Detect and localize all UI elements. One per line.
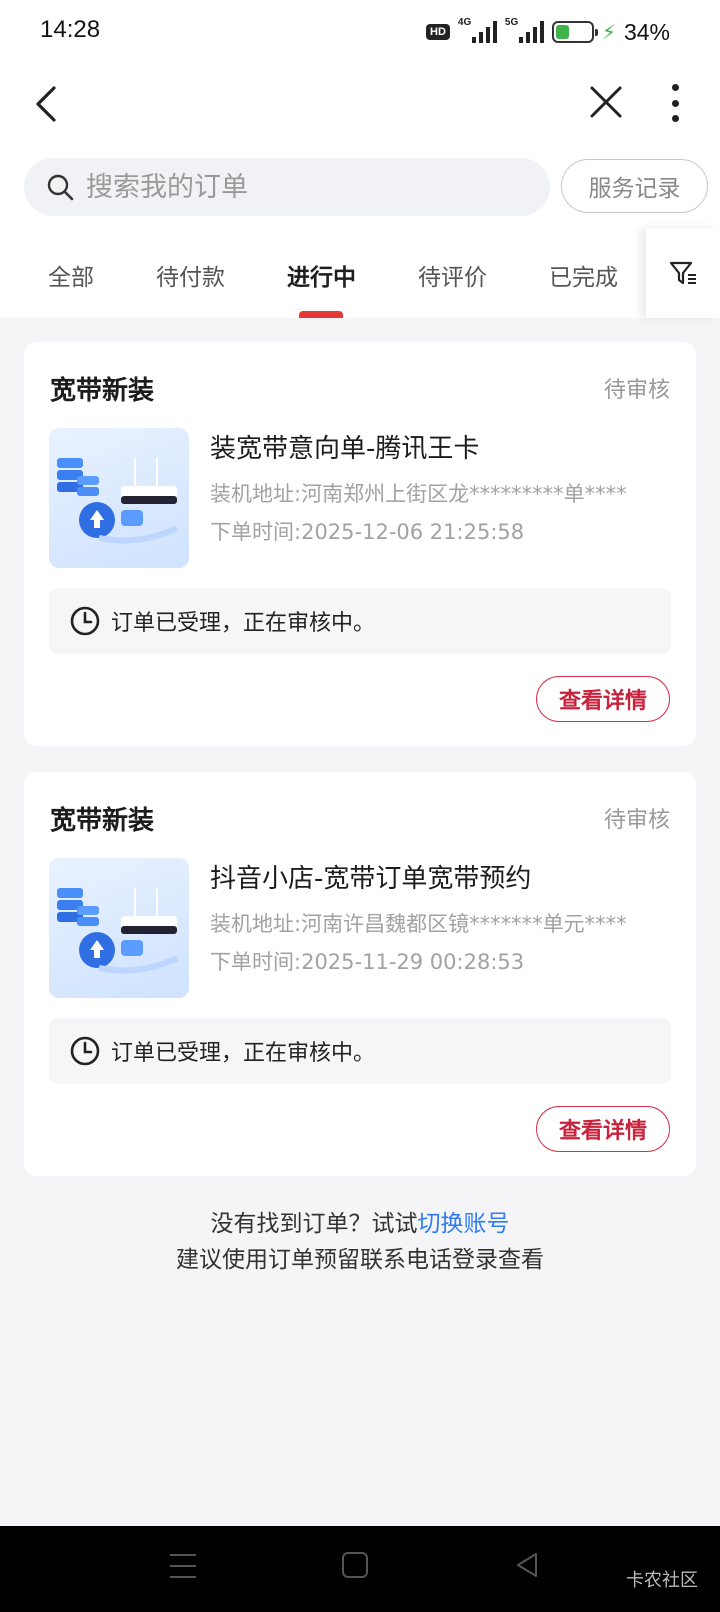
login-suggestion: 建议使用订单预留联系电话登录查看	[176, 1247, 544, 1273]
hd-badge: HD	[426, 24, 450, 40]
install-address: 装机地址:河南许昌魏都区镜*******单元****	[210, 912, 627, 936]
recent-apps-icon[interactable]	[170, 1554, 196, 1578]
status-indicators: HD 4G 5G ⚡ 34%	[426, 14, 670, 50]
top-panel: 14:28 HD 4G 5G ⚡ 34% 搜索我的订单 服务记录 全部 待付款 …	[0, 0, 720, 318]
order-card: 宽带新装 待审核 装宽带意向单-腾讯王卡 装机地址:河南郑州上街区龙******…	[24, 342, 696, 746]
signal-5g-icon: 5G	[505, 17, 544, 43]
active-tab-indicator	[299, 311, 343, 318]
tab-pending-payment[interactable]: 待付款	[156, 258, 225, 292]
charging-icon: ⚡	[601, 20, 616, 44]
notice-text: 订单已受理，正在审核中。	[111, 611, 376, 636]
signal-4g-icon: 4G	[458, 17, 497, 43]
order-title: 装宽带意向单-腾讯王卡	[210, 434, 480, 464]
tab-in-progress[interactable]: 进行中	[287, 258, 356, 292]
home-icon[interactable]	[342, 1552, 368, 1578]
order-status: 待审核	[603, 378, 670, 403]
broadband-product-image	[49, 858, 189, 998]
status-bar: 14:28 HD 4G 5G ⚡ 34%	[0, 0, 720, 66]
order-time: 下单时间:2025-12-06 21:25:58	[210, 520, 525, 544]
filter-button[interactable]	[646, 228, 720, 318]
battery-percent: 34%	[623, 18, 670, 45]
more-options-icon[interactable]	[660, 80, 690, 126]
tab-all[interactable]: 全部	[48, 258, 94, 292]
back-triangle-icon[interactable]	[512, 1550, 542, 1580]
nav-bar	[0, 66, 720, 142]
switch-account-link[interactable]: 切换账号	[418, 1211, 510, 1237]
order-type: 宽带新装	[50, 806, 155, 836]
service-record-button[interactable]: 服务记录	[561, 159, 708, 213]
tab-pending-review[interactable]: 待评价	[418, 258, 487, 292]
order-card: 宽带新装 待审核 抖音小店-宽带订单宽带预约 装机地址:河南许昌魏都区镜****…	[24, 772, 696, 1176]
search-input[interactable]	[86, 171, 506, 203]
order-time: 下单时间:2025-11-29 00:28:53	[210, 950, 525, 974]
system-navigation-bar: 卡农社区	[0, 1526, 720, 1612]
install-address: 装机地址:河南郑州上街区龙*********单****	[210, 482, 627, 506]
battery-icon	[551, 21, 598, 43]
order-type: 宽带新装	[50, 376, 155, 406]
search-icon	[47, 174, 74, 201]
notice-text: 订单已受理，正在审核中。	[111, 1041, 376, 1066]
view-details-button[interactable]: 查看详情	[536, 1106, 670, 1152]
no-order-hint: 没有找到订单？试试切换账号	[210, 1211, 510, 1237]
order-status: 待审核	[603, 808, 670, 833]
tab-completed[interactable]: 已完成	[549, 258, 618, 292]
clock-icon	[70, 606, 100, 636]
search-bar[interactable]	[24, 158, 550, 216]
order-tabs: 全部 待付款 进行中 待评价 已完成	[0, 228, 646, 318]
close-icon[interactable]	[586, 82, 626, 122]
order-notice: 订单已受理，正在审核中。	[49, 588, 671, 654]
status-time: 14:28	[40, 16, 101, 43]
broadband-product-image	[49, 428, 189, 568]
battery-level	[555, 25, 569, 39]
view-details-button[interactable]: 查看详情	[536, 676, 670, 722]
filter-icon	[669, 261, 696, 285]
order-notice: 订单已受理，正在审核中。	[49, 1018, 671, 1084]
clock-icon	[70, 1036, 100, 1066]
order-title: 抖音小店-宽带订单宽带预约	[210, 864, 532, 894]
back-icon[interactable]	[28, 82, 72, 126]
watermark: 卡农社区	[626, 1570, 698, 1591]
